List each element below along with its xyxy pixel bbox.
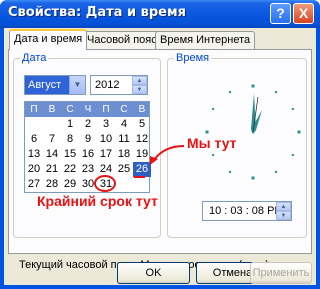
annotation-arrow [150,145,185,165]
clock-tick [212,154,215,156]
close-button[interactable]: X [293,3,314,24]
chevron-down-icon[interactable]: ▼ [69,76,85,94]
weekday-header: В [48,104,56,115]
calendar-day[interactable]: 23 [79,162,97,177]
calendar-day[interactable]: 4 [115,117,133,132]
calendar-day[interactable]: 22 [61,162,79,177]
time-field[interactable]: 10 : 03 : 08 PM ▲ ▼ [202,201,292,221]
time-group-label: Время [174,52,212,64]
clock-tick [275,170,277,173]
calendar-day[interactable]: 6 [25,132,43,147]
date-group-label: Дата [20,52,49,64]
calendar-day[interactable]: 17 [97,147,115,162]
weekday-header: С [66,104,74,115]
year-stepper[interactable]: 2012 ▲ ▼ [90,75,148,95]
weekday-header: П [102,104,110,115]
window-title: Свойства: Дата и время [8,5,186,20]
annotation-here: Мы тут [187,135,237,151]
clock-tick [291,154,294,156]
weekday-header: Ч [84,104,92,115]
month-value: Август [28,79,62,91]
spin-up-icon[interactable]: ▲ [132,76,147,85]
calendar-day[interactable]: 2 [79,117,97,132]
calendar-day[interactable]: 7 [43,132,61,147]
tab-internet-time[interactable]: Время Интернета [155,31,256,49]
time-value: 10 : 03 : 08 PM [209,205,284,217]
clock-tick [297,130,301,134]
weekday-header: С [120,104,128,115]
calendar-day[interactable]: 9 [79,132,97,147]
clock-tick [229,170,231,173]
calendar-day[interactable]: 8 [61,132,79,147]
calendar-empty-cell [133,177,151,192]
weekday-header: П [30,104,38,115]
calendar-day[interactable]: 13 [25,147,43,162]
calendar-day[interactable]: 15 [61,147,79,162]
calendar-weekdays: ПВСЧПСВ [25,102,149,117]
calendar-day[interactable]: 16 [79,147,97,162]
tab-date-time[interactable]: Дата и время [9,29,88,50]
year-value: 2012 [95,79,120,91]
title-bar[interactable]: Свойства: Дата и время ? X [0,0,320,28]
dialog-window: Свойства: Дата и время ? X Дата и время … [0,0,320,289]
clock-tick [205,130,209,134]
calendar-empty-cell [43,117,61,132]
calendar-day[interactable]: 1 [61,117,79,132]
calendar-day[interactable]: 27 [25,177,43,192]
calendar-day[interactable]: 20 [25,162,43,177]
spin-down-icon[interactable]: ▼ [132,85,147,94]
calendar-day[interactable]: 10 [97,132,115,147]
calendar-day[interactable]: 29 [61,177,79,192]
clock-tick [251,84,255,88]
ok-button[interactable]: OK [117,262,190,284]
deadline-circle [94,175,116,192]
help-button[interactable]: ? [270,3,291,24]
clock-tick [229,91,231,94]
calendar-day[interactable]: 5 [133,117,151,132]
calendar-empty-cell [115,177,133,192]
analog-clock [205,84,301,180]
apply-button[interactable]: Применить [250,262,312,284]
weekday-header: В [138,104,146,115]
clock-tick [275,91,277,94]
clock-tick [212,108,215,110]
underline-mark [134,176,145,178]
spin-down-icon[interactable]: ▼ [276,211,291,220]
spin-up-icon[interactable]: ▲ [276,202,291,211]
calendar-empty-cell [25,117,43,132]
month-select[interactable]: Август ▼ [24,75,86,95]
annotation-deadline: Крайний срок тут [37,193,158,209]
calendar-day[interactable]: 3 [97,117,115,132]
clock-tick [251,176,255,180]
calendar-day[interactable]: 21 [43,162,61,177]
tab-time-zone[interactable]: Часовой пояс [82,31,162,49]
calendar-day[interactable]: 14 [43,147,61,162]
calendar-day[interactable]: 28 [43,177,61,192]
clock-tick [291,108,294,110]
